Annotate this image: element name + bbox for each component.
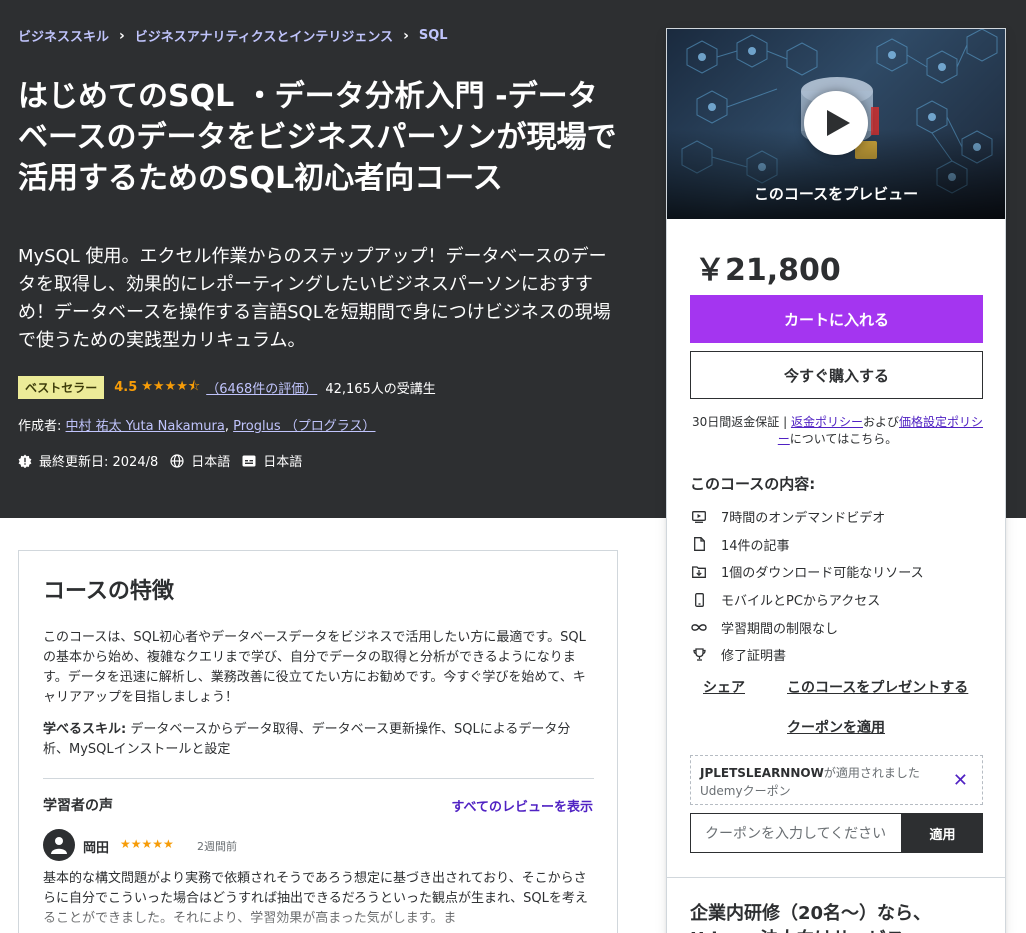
skills-label: 学べるスキル: — [43, 722, 127, 737]
include-label: 修了証明書 — [721, 649, 787, 665]
course-meta: 最終更新日: 2024/8 日本語 日本語 — [18, 451, 314, 470]
trophy-icon — [690, 648, 708, 661]
list-item: モバイルとPCからアクセス — [690, 586, 924, 614]
list-item: 学習期間の制限なし — [690, 613, 924, 641]
student-count: 42,165人の受講生 — [325, 382, 436, 397]
language-text: 日本語 — [191, 455, 231, 470]
gift-course-button[interactable]: このコースをプレゼントする — [787, 677, 968, 697]
instructor-link[interactable]: 中村 祐太 Yuta Nakamura — [66, 419, 225, 434]
rating-row: ベストセラー 4.5 ★★★★⯪ （6468件の評価） 42,165人の受講生 — [18, 376, 436, 399]
creator-separator: , — [224, 419, 234, 434]
review-stars-icon: ★★★★★ — [120, 837, 174, 851]
features-description: このコースは、SQL初心者やデータベースデータをビジネスで活用したい方に最適です… — [43, 630, 586, 705]
coupon-code: JPLETSLEARNNOW — [700, 766, 824, 780]
price: ￥21,800 — [695, 253, 841, 288]
see-all-reviews-link[interactable]: すべてのレビューを表示 — [451, 796, 593, 815]
captions: 日本語 — [242, 451, 302, 470]
add-to-cart-button[interactable]: カートに入れる — [690, 295, 983, 343]
breadcrumb-item[interactable]: ビジネスアナリティクスとインテリジェンス — [135, 26, 393, 45]
preview-label: このコースをプレビュー — [753, 185, 919, 203]
divider — [667, 877, 1005, 878]
guarantee-suffix: についてはこちら。 — [789, 432, 898, 446]
coupon-status: JPLETSLEARNNOWが適用されました — [700, 764, 920, 781]
close-icon[interactable]: ✕ — [953, 770, 968, 791]
includes-title: このコースの内容: — [690, 475, 816, 493]
closed-caption-icon — [242, 455, 256, 467]
review-time: 2週間前 — [197, 840, 237, 853]
purchase-sidebar: このコースをプレビュー ￥21,800 カートに入れる 今すぐ購入する 30日間… — [666, 28, 1006, 933]
coupon-apply-button[interactable]: 適用 — [902, 813, 983, 853]
include-label: 7時間のオンデマンドビデオ — [721, 511, 886, 527]
chevron-right-icon: › — [403, 27, 409, 44]
list-item: 14件の記事 — [690, 531, 924, 559]
breadcrumb-item[interactable]: ビジネススキル — [18, 26, 109, 45]
rating-value: 4.5 — [114, 380, 138, 395]
language: 日本語 — [170, 451, 230, 470]
course-preview[interactable]: このコースをプレビュー — [667, 29, 1005, 219]
rating-count-link[interactable]: （6468件の評価） — [206, 378, 317, 397]
avatar — [43, 829, 75, 861]
coupon-input[interactable]: クーポンを入力してください — [690, 813, 902, 853]
created-by-label: 作成者: — [18, 419, 62, 434]
include-label: 学習期間の制限なし — [721, 621, 839, 637]
last-updated-text: 最終更新日: 2024/8 — [39, 455, 159, 470]
reviewer-name: 岡田 — [83, 841, 110, 856]
user-icon — [51, 837, 67, 854]
captions-text: 日本語 — [263, 455, 303, 470]
course-title: はじめてのSQL ・データ分析入門 -データベースのデータをビジネスパーソンが現… — [18, 79, 617, 196]
guarantee-and: および — [862, 415, 899, 429]
play-button[interactable] — [804, 91, 868, 155]
course-subtitle: MySQL 使用。エクセル作業からのステップアップ！データベースのデータを取得し… — [18, 246, 611, 351]
coupon-applied-text: が適用されました — [823, 766, 920, 780]
includes-list: 7時間のオンデマンドビデオ 14件の記事 1個のダウンロード可能なリソース モバ… — [690, 503, 924, 669]
coupon-type: Udemyクーポン — [700, 784, 791, 798]
mobile-icon — [690, 592, 708, 607]
list-item: 修了証明書 — [690, 641, 924, 669]
include-label: 14件の記事 — [721, 538, 790, 554]
bestseller-badge: ベストセラー — [18, 376, 105, 399]
applied-coupon: JPLETSLEARNNOWが適用されました Udemyクーポン ✕ — [690, 755, 983, 805]
buy-now-button[interactable]: 今すぐ購入する — [690, 351, 983, 399]
include-label: モバイルとPCからアクセス — [721, 594, 881, 610]
chevron-right-icon: › — [119, 27, 125, 44]
alert-badge-icon — [18, 454, 32, 468]
list-item: 1個のダウンロード可能なリソース — [690, 558, 924, 586]
download-icon — [690, 565, 708, 579]
document-icon — [690, 537, 708, 552]
skills: 学べるスキル: データベースからデータ取得、データベース更新操作、SQLによるデ… — [43, 720, 591, 760]
refund-policy-link[interactable]: 返金ポリシー — [791, 415, 863, 429]
list-item: 7時間のオンデマンドビデオ — [690, 503, 924, 531]
breadcrumb: ビジネススキル › ビジネスアナリティクスとインテリジェンス › SQL — [18, 26, 448, 46]
instructor-link[interactable]: Proglus （プログラス） — [233, 419, 375, 434]
reviews-title: 学習者の声 — [43, 798, 113, 814]
review-fade — [19, 901, 617, 933]
guarantee-prefix: 30日間返金保証 | — [692, 415, 791, 429]
creators: 作成者: 中村 祐太 Yuta Nakamura, Proglus （プログラス… — [18, 415, 376, 434]
include-label: 1個のダウンロード可能なリソース — [721, 566, 924, 582]
video-icon — [690, 510, 708, 523]
features-title: コースの特徴 — [43, 579, 174, 604]
business-title: 企業内研修（20名〜）なら、Udemy法人向けサービス — [690, 903, 932, 933]
course-features-card: コースの特徴 このコースは、SQL初心者やデータベースデータをビジネスで活用した… — [18, 550, 618, 933]
money-back-guarantee: 30日間返金保証 | 返金ポリシーおよび価格設定ポリシーについてはこちら。 — [690, 414, 985, 448]
star-rating-icon: ★★★★⯪ — [141, 378, 201, 394]
play-icon — [827, 110, 850, 136]
divider — [43, 778, 594, 779]
apply-coupon-button[interactable]: クーポンを適用 — [787, 717, 885, 737]
share-button[interactable]: シェア — [703, 677, 745, 697]
last-updated: 最終更新日: 2024/8 — [18, 451, 158, 470]
infinity-icon — [690, 623, 708, 632]
breadcrumb-item[interactable]: SQL — [419, 28, 448, 43]
globe-icon — [170, 453, 184, 468]
